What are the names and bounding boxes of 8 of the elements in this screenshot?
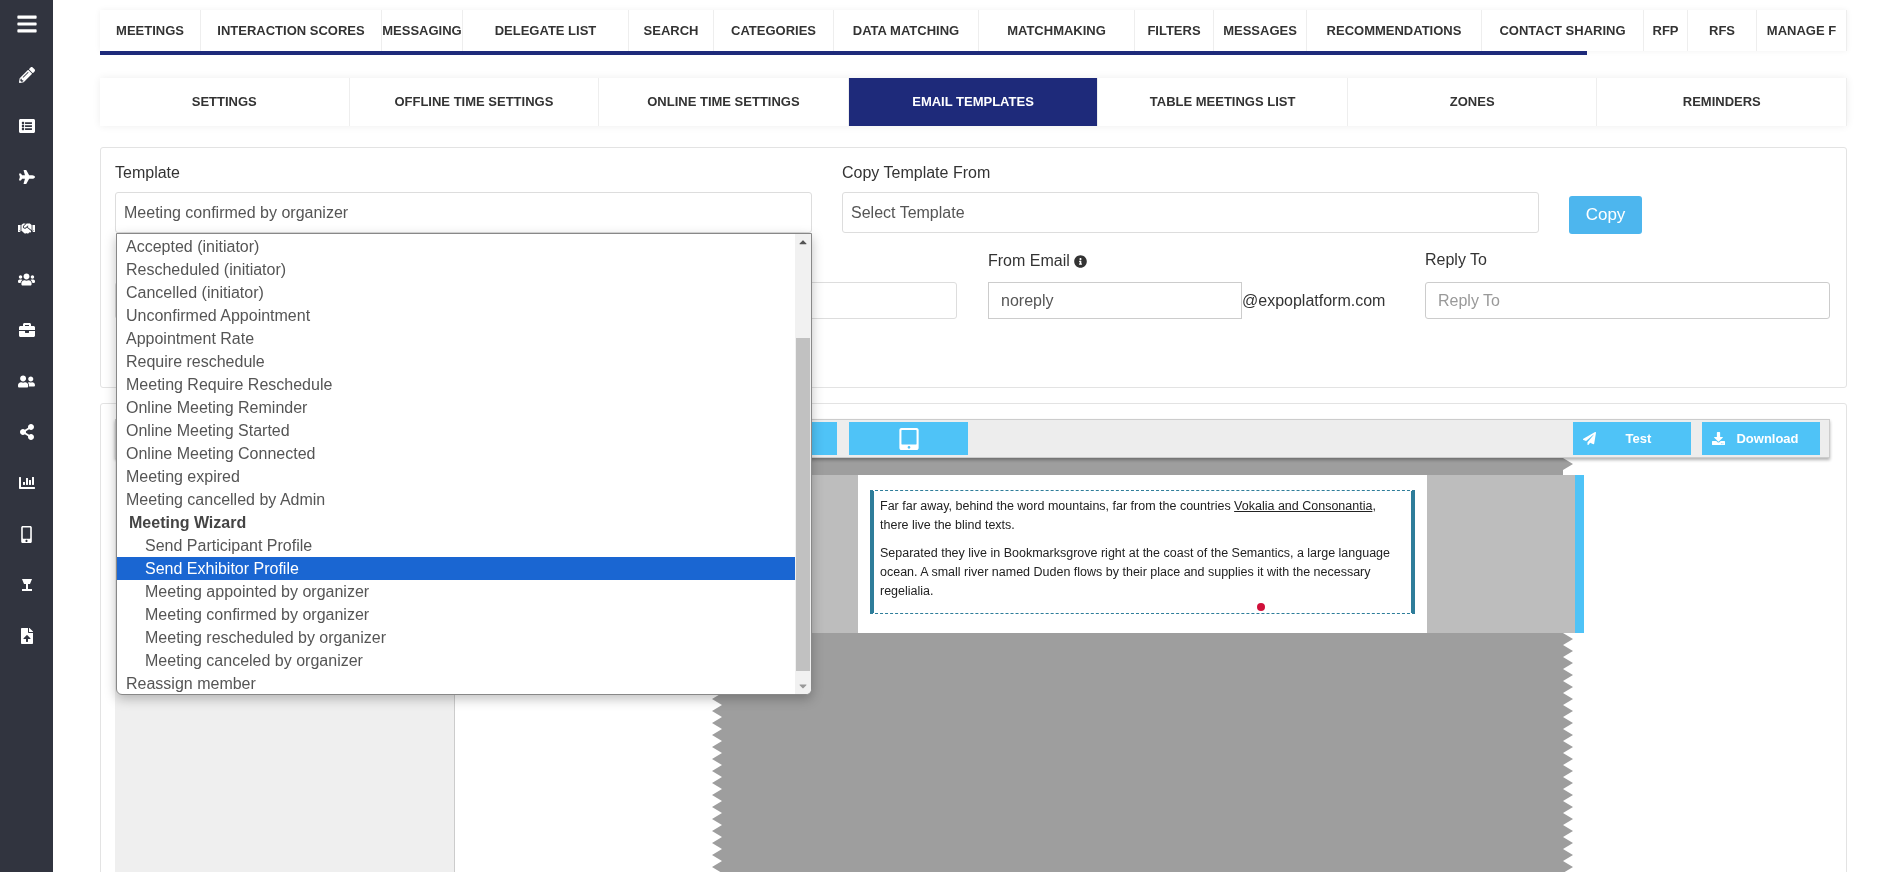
email-domain: @expoplatform.com: [1242, 290, 1386, 311]
email-paragraph: Separated they live in Bookmarksgrove right at the coast of the Semantics, a large language ocean. A small river named Duden flows by their place and supplies it with the necessary regelialia.: [880, 545, 1392, 600]
field-label: From Email: [988, 251, 1070, 271]
option-group-label: Meeting Wizard: [128, 513, 248, 533]
field-label: Reply To: [1425, 250, 1488, 270]
field-label: Template: [115, 163, 181, 183]
email-paragraph: Far far away, behind the word mountains, far from the countries Vokalia and Consonantia, there live the blind texts.: [880, 498, 1377, 534]
field-label: Copy Template From: [842, 163, 992, 183]
